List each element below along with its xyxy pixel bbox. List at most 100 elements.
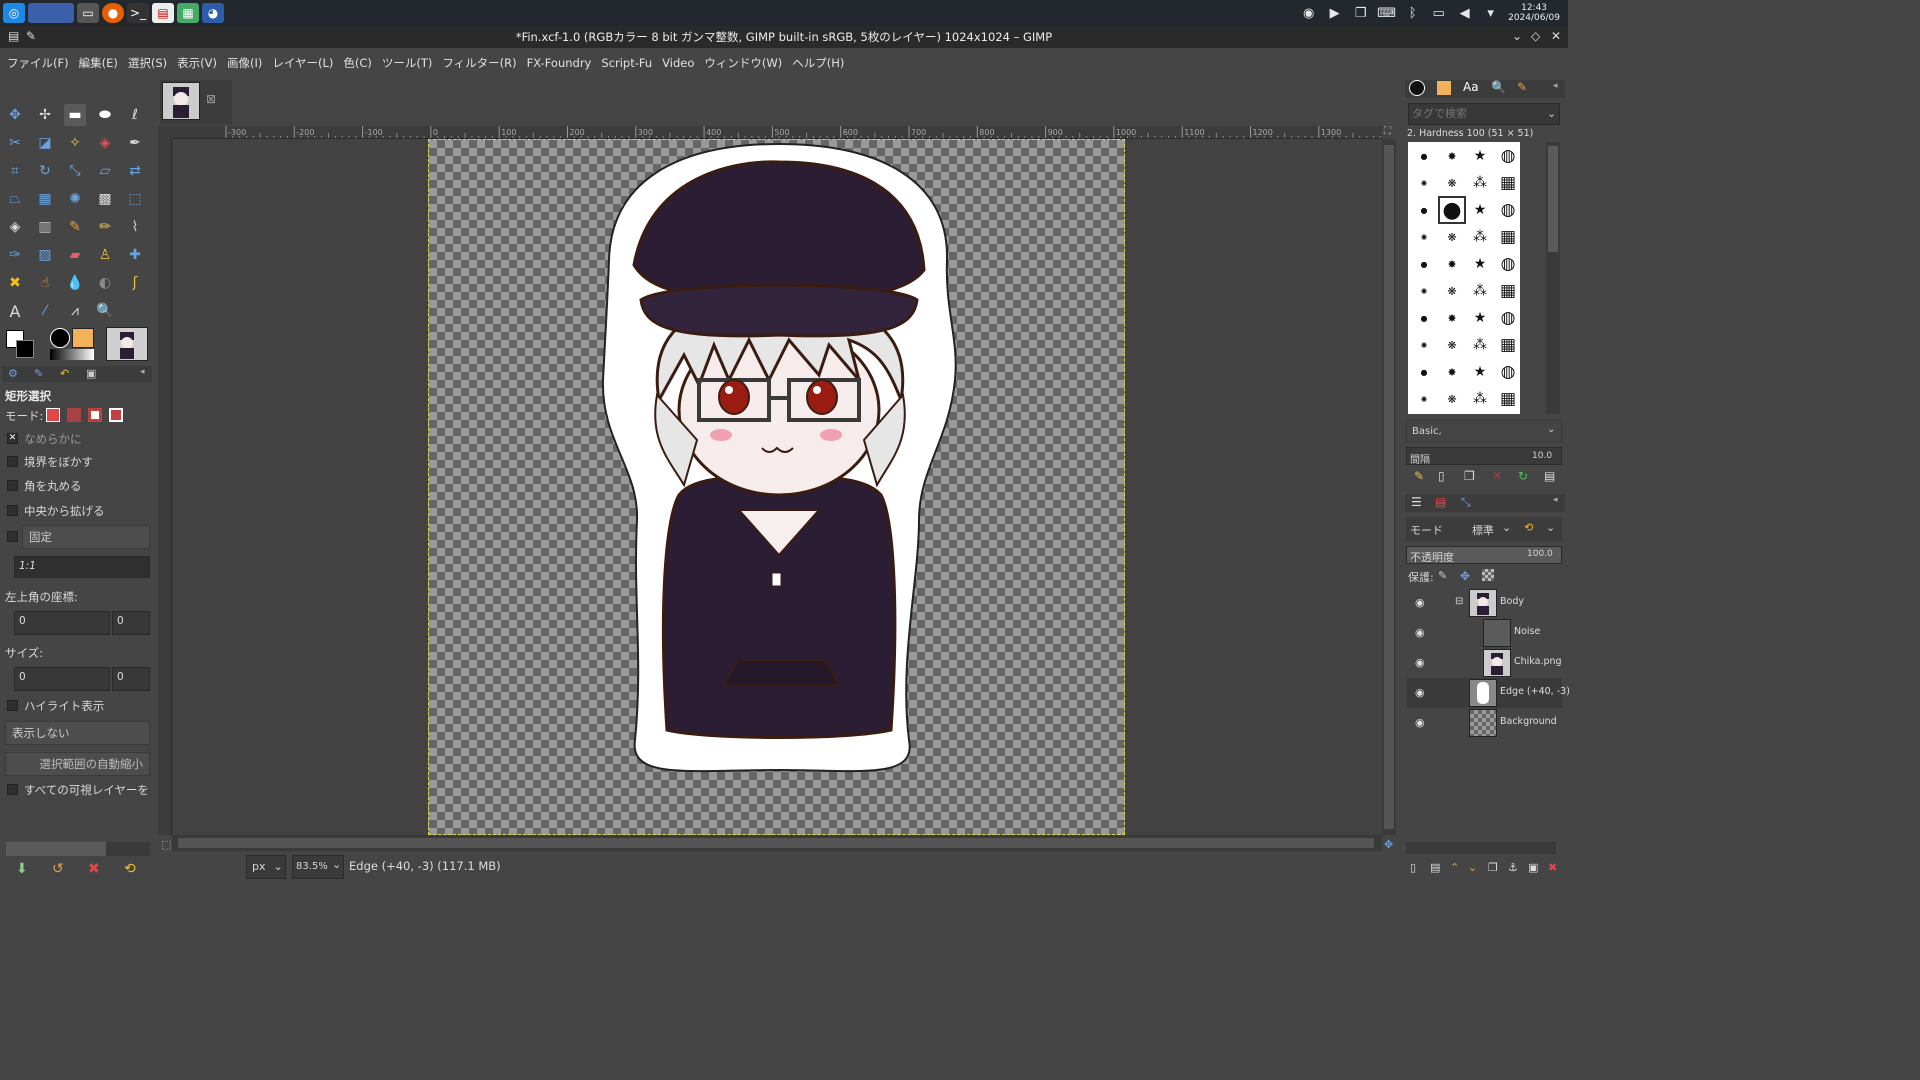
device-status-tab-icon[interactable]: ✎ [34, 367, 43, 380]
brushes-dock-menu-icon[interactable]: ◂ [1553, 81, 1558, 91]
brush-preset-dropdown[interactable]: Basic, ⌄ [1406, 420, 1562, 442]
brush-thumbnail[interactable]: ▦ [1496, 333, 1520, 357]
brush-thumbnail[interactable]: ◍ [1496, 198, 1520, 222]
visibility-eye-icon[interactable]: ◉ [1415, 716, 1425, 729]
keyboard-icon[interactable]: ⌨ [1377, 6, 1396, 21]
rounded-corners-checkbox[interactable] [7, 480, 18, 491]
brush-thumbnail[interactable]: ★ [1468, 198, 1492, 222]
firefox-icon[interactable]: ● [102, 3, 124, 23]
delete-layer-icon[interactable]: ✖ [1548, 861, 1557, 874]
highlight-checkbox[interactable] [7, 700, 18, 711]
brush-thumbnail[interactable]: ✸ [1440, 144, 1464, 168]
heal-tool-icon[interactable]: ✚ [124, 244, 146, 266]
cage-transform-tool-icon[interactable]: ▦ [34, 188, 56, 210]
unit-dropdown[interactable]: px ⌄ [246, 855, 286, 879]
images-tab-icon[interactable]: ▣ [86, 367, 96, 380]
layer-mode-dropdown-arrow-icon[interactable]: ⌄ [1502, 521, 1511, 534]
brush-thumbnail[interactable]: ✺ [1412, 333, 1436, 357]
brush-spacing-slider[interactable]: 間隔 10.0 [1406, 447, 1562, 466]
menu-file[interactable]: ファイル(F) [2, 55, 74, 71]
size-width-input[interactable]: 0 [14, 667, 110, 691]
layers-scrollbar[interactable] [1406, 842, 1556, 854]
mode-subtract-button[interactable] [88, 408, 102, 422]
foreground-select-tool-icon[interactable]: ◪ [34, 132, 56, 154]
mypaint-brush-tool-icon[interactable]: ▨ [34, 244, 56, 266]
brush-thumbnail[interactable]: ⁂ [1468, 279, 1492, 303]
canvas-viewport[interactable] [172, 139, 1382, 835]
discord-icon[interactable]: ◉ [1300, 6, 1317, 21]
guides-dropdown[interactable]: 表示しない [5, 721, 150, 745]
minimize-icon[interactable]: ⌄ [1512, 29, 1522, 43]
menu-tools[interactable]: ツール(T) [377, 55, 438, 71]
crop-tool-icon[interactable]: ⌗ [4, 160, 26, 182]
fixed-mode-dropdown[interactable]: 固定 [22, 525, 150, 549]
tray-expand-icon[interactable]: ▾ [1482, 6, 1499, 21]
bucket-fill-tool-icon[interactable]: ◈ [4, 216, 26, 238]
brush-thumbnail[interactable]: ▦ [1496, 225, 1520, 249]
brush-thumbnail[interactable]: ❋ [1440, 387, 1464, 411]
mode-replace-button[interactable] [46, 408, 60, 422]
antialias-checkbox[interactable]: ✕ [7, 433, 18, 444]
dodge-burn-tool-icon[interactable]: ◐ [94, 272, 116, 294]
brush-thumbnail[interactable]: ▦ [1496, 387, 1520, 411]
layer-row-background[interactable]: ◉ Background [1407, 708, 1562, 738]
brush-thumbnail[interactable]: ◍ [1496, 252, 1520, 276]
fuzzy-select-tool-icon[interactable]: ✧ [64, 132, 86, 154]
airbrush-tool-icon[interactable]: ⌇ [124, 216, 146, 238]
mode-add-button[interactable] [67, 408, 81, 422]
maximize-icon[interactable]: ◇ [1531, 29, 1540, 43]
visibility-eye-icon[interactable]: ◉ [1415, 686, 1425, 699]
brush-thumbnail[interactable]: ● [1412, 306, 1436, 330]
ellipse-select-tool-icon[interactable]: ⬬ [94, 104, 116, 126]
undo-history-tab-icon[interactable]: ↶ [60, 367, 69, 380]
new-brush-icon[interactable]: ▯ [1438, 469, 1445, 483]
feather-checkbox[interactable] [7, 456, 18, 467]
delete-brush-icon[interactable]: ✕ [1492, 469, 1502, 483]
select-by-color-tool-icon[interactable]: ◈ [94, 132, 116, 154]
delete-tool-preset-icon[interactable]: ✖ [88, 861, 100, 877]
layers-tab-icon[interactable]: ☰ [1411, 495, 1422, 509]
paths-tool-icon[interactable]: ✒ [124, 132, 146, 154]
brush-thumbnail[interactable]: ◍ [1496, 306, 1520, 330]
brush-thumbnail[interactable]: ◍ [1496, 144, 1520, 168]
channels-tab-icon[interactable]: ▤ [1435, 495, 1446, 509]
position-y-input[interactable]: 0 [112, 611, 150, 635]
menu-help[interactable]: ヘルプ(H) [787, 55, 849, 71]
paint-dynamics-tab-icon[interactable]: ✎ [1517, 80, 1527, 94]
brush-thumbnail[interactable]: ⁂ [1468, 333, 1492, 357]
duplicate-brush-icon[interactable]: ❐ [1464, 469, 1475, 483]
brush-thumbnail[interactable]: ★ [1468, 252, 1492, 276]
menu-windows[interactable]: ウィンドウ(W) [699, 55, 787, 71]
aspect-ratio-field[interactable]: 1:1 [14, 556, 150, 578]
brush-tag-input[interactable] [1409, 104, 1539, 123]
brush-thumbnail[interactable]: ✸ [1440, 306, 1464, 330]
layer-row-edge[interactable]: ◉ Edge (+40, -3) [1407, 678, 1570, 708]
open-brush-as-image-icon[interactable]: ▤ [1544, 469, 1555, 483]
layer-mode-dropdown[interactable]: 標準 [1472, 522, 1494, 538]
brush-thumbnail[interactable]: ❋ [1440, 333, 1464, 357]
brush-thumbnail[interactable]: ⁂ [1468, 171, 1492, 195]
blur-tool-icon[interactable]: 💧 [64, 272, 86, 294]
brush-thumbnail[interactable]: ❋ [1440, 279, 1464, 303]
shear-tool-icon[interactable]: ▱ [94, 160, 116, 182]
menu-filters[interactable]: フィルター(R) [437, 55, 521, 71]
composite-mode-icon[interactable]: ⟲ [1524, 521, 1533, 534]
save-tool-preset-icon[interactable]: ⬇ [16, 861, 28, 877]
fixed-checkbox[interactable] [7, 531, 18, 542]
visibility-eye-icon[interactable]: ◉ [1415, 596, 1425, 609]
horizontal-ruler[interactable]: -300 -200 -100 0 100 200 300 400 500 600 700 800 900… [172, 126, 1382, 139]
alignment-tool-icon[interactable]: ✢ [34, 104, 56, 126]
position-x-input[interactable]: 0 [14, 611, 110, 635]
volume-icon[interactable]: ◀ [1456, 6, 1473, 21]
layers-dock-menu-icon[interactable]: ◂ [1553, 495, 1558, 505]
layer-row-chika[interactable]: ◉ Chika.png [1407, 648, 1562, 678]
pattern-indicator[interactable] [72, 328, 94, 348]
brush-thumbnail[interactable]: ✺ [1412, 279, 1436, 303]
document-viewer-icon[interactable]: ▤ [152, 3, 174, 23]
all-layers-checkbox[interactable] [7, 784, 18, 795]
brush-tag-filter[interactable]: ⌄ [1408, 103, 1560, 125]
document-history-tab-icon[interactable]: 🔍 [1491, 80, 1506, 94]
brush-thumbnail[interactable]: ⁂ [1468, 225, 1492, 249]
image-canvas[interactable] [428, 139, 1125, 835]
reset-tool-options-icon[interactable]: ⟲ [124, 861, 136, 877]
